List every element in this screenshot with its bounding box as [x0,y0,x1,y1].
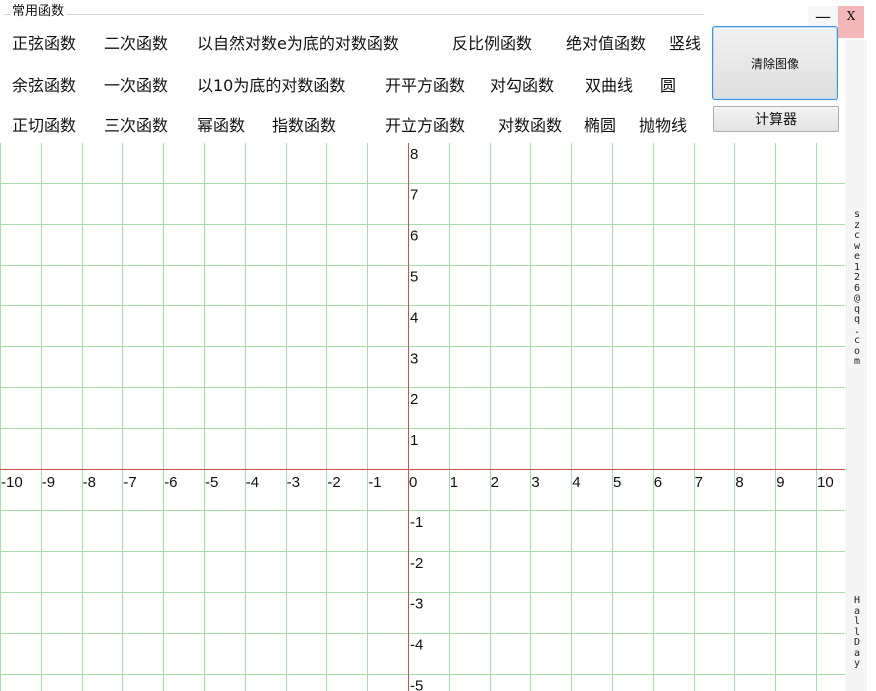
fn-absolute-value[interactable]: 绝对值函数 [566,34,646,54]
x-tick-label: -9 [42,474,55,491]
x-tick-label: 10 [817,474,834,491]
x-tick-label: 1 [450,474,458,491]
x-tick-label: -5 [205,474,218,491]
y-tick-label: -2 [410,555,423,572]
x-tick-label: 4 [572,474,580,491]
author-email: s z c w e 1 2 6 @ q q. c o m [853,209,861,367]
x-tick-label: 3 [531,474,539,491]
fn-hyperbola[interactable]: 双曲线 [585,76,633,96]
x-tick-label: -6 [164,474,177,491]
fn-parabola[interactable]: 抛物线 [639,116,687,136]
x-tick-label: 5 [613,474,621,491]
close-button[interactable]: X [838,6,864,38]
fn-cubic[interactable]: 三次函数 [104,116,168,136]
fn-cube-root[interactable]: 开立方函数 [385,116,465,136]
groupbox-title: 常用函数 [10,4,67,20]
author-name: HallDay [853,595,861,669]
x-tick-label: -4 [246,474,259,491]
y-tick-label: -1 [410,514,423,531]
x-tick-label: -7 [123,474,136,491]
calculator-button[interactable]: 计算器 [713,106,839,132]
y-tick-label: -5 [410,678,423,691]
fn-quadratic[interactable]: 二次函数 [104,34,168,54]
y-tick-label: 2 [410,391,418,408]
x-tick-label: 8 [735,474,743,491]
y-tick-label: 5 [410,269,418,286]
x-tick-label: 6 [654,474,662,491]
fn-sine[interactable]: 正弦函数 [12,34,76,54]
x-tick-label: -3 [287,474,300,491]
fn-log10[interactable]: 以10为底的对数函数 [197,76,345,96]
minimize-button[interactable]: — [808,6,838,26]
x-tick-label: 0 [409,474,417,491]
x-tick-label: -1 [368,474,381,491]
x-tick-label: -8 [83,474,96,491]
fn-nike[interactable]: 对勾函数 [490,76,554,96]
clear-graph-button[interactable]: 清除图像 [712,26,838,100]
fn-vertical-line[interactable]: 竖线 [669,34,701,54]
fn-natural-log[interactable]: 以自然对数e为底的对数函数 [197,34,399,54]
x-tick-label: -10 [1,474,23,491]
y-tick-label: 6 [410,228,418,245]
fn-cosine[interactable]: 余弦函数 [12,76,76,96]
y-tick-label: -3 [410,596,423,613]
y-tick-label: 7 [410,187,418,204]
fn-ellipse[interactable]: 椭圆 [584,116,616,136]
y-tick-label: 4 [410,309,418,326]
x-tick-label: 9 [776,474,784,491]
fn-inverse-proportion[interactable]: 反比例函数 [452,34,532,54]
coordinate-grid: -10 -9 -8 -7 -6 -5 -4 -3 -2 -1 0 1 2 3 4 5 6 7 8 9 108765432… [0,143,845,691]
fn-linear[interactable]: 一次函数 [104,76,168,96]
fn-logarithm[interactable]: 对数函数 [498,116,562,136]
fn-tangent[interactable]: 正切函数 [12,116,76,136]
credits-sidebar: s z c w e 1 2 6 @ q q. c o m HallDay [846,40,867,691]
fn-circle[interactable]: 圆 [660,76,676,96]
fn-exponential[interactable]: 指数函数 [272,116,336,136]
x-tick-label: 7 [695,474,703,491]
fn-square-root[interactable]: 开平方函数 [385,76,465,96]
y-tick-label: 1 [410,432,418,449]
fn-power[interactable]: 幂函数 [197,116,245,136]
y-tick-label: -4 [410,637,423,654]
x-tick-label: 2 [491,474,499,491]
x-tick-label: -2 [327,474,340,491]
graph-canvas[interactable]: -10 -9 -8 -7 -6 -5 -4 -3 -2 -1 0 1 2 3 4 5 6 7 8 9 10 8 7 6 5 4 3 2… [0,143,845,691]
y-tick-label: 8 [410,146,418,163]
groupbox-border [4,14,704,15]
y-tick-label: 3 [410,350,418,367]
